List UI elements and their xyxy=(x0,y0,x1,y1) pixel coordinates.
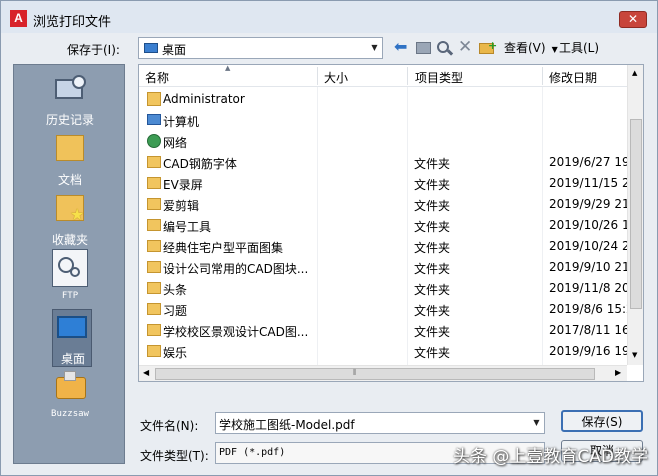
new-folder-icon[interactable]: + xyxy=(478,39,497,57)
tools-label: 工具(L) xyxy=(559,41,600,55)
places-item-buzzsaw[interactable]: Buzzsaw xyxy=(14,369,126,427)
up-one-level-icon[interactable] xyxy=(415,39,433,57)
user-folder-icon xyxy=(147,92,161,106)
horizontal-scrollbar[interactable]: ◀ ⦀ ▶ xyxy=(139,365,627,381)
autocad-app-icon: A xyxy=(10,10,27,27)
column-header-modified[interactable]: 修改日期 xyxy=(549,69,597,86)
filetype-value: PDF (*.pdf) xyxy=(219,447,286,458)
list-item[interactable]: 头条 文件夹 2019/11/8 20 xyxy=(139,278,627,299)
list-item[interactable]: 娱乐 文件夹 2019/9/16 19 xyxy=(139,341,627,362)
print-file-dialog: A 浏览打印文件 ✕ 保存于(I): 桌面 ▼ ⬅ ✕ + 查看(V) ▼ 工具(… xyxy=(0,0,658,476)
scroll-down-icon[interactable]: ▼ xyxy=(632,351,637,359)
computer-icon xyxy=(147,114,161,125)
network-icon xyxy=(147,134,161,148)
lookin-value: 桌面 xyxy=(162,43,187,57)
list-item[interactable]: 计算机 xyxy=(139,110,627,131)
places-bar: 历史记录 文档 ★ 收藏夹 FTP 桌面 Buzzsaw xyxy=(13,64,125,464)
column-header-size[interactable]: 大小 xyxy=(324,69,348,86)
scroll-thumb[interactable] xyxy=(630,119,642,309)
places-label: 历史记录 xyxy=(45,113,94,127)
chevron-down-icon: ▼ xyxy=(551,45,558,54)
folder-icon xyxy=(147,240,161,252)
places-label: Buzzsaw xyxy=(51,409,89,419)
scroll-grip-icon: ⦀ xyxy=(353,368,357,377)
list-item[interactable]: 网络 xyxy=(139,131,627,152)
lookin-label: 保存于(I): xyxy=(67,43,120,57)
save-button[interactable]: 保存(S) xyxy=(561,410,643,432)
views-menu[interactable]: 查看(V) ▼ xyxy=(504,39,558,57)
filename-value: 学校施工图纸-Model.pdf xyxy=(219,418,355,432)
places-label: 收藏夹 xyxy=(51,233,88,247)
places-item-desktop[interactable]: 桌面 xyxy=(52,309,92,367)
folder-icon xyxy=(147,177,161,189)
filename-label: 文件名(N): xyxy=(140,419,199,433)
scroll-thumb[interactable] xyxy=(155,368,595,380)
places-label: 文档 xyxy=(57,173,82,187)
list-item[interactable]: 设计公司常用的CAD图块... 文件夹 2019/9/10 21 xyxy=(139,257,627,278)
list-item[interactable]: Administrator xyxy=(139,89,627,110)
filename-field[interactable]: 学校施工图纸-Model.pdf ▼ xyxy=(215,412,545,434)
list-item[interactable]: 爱剪辑 文件夹 2019/9/29 21 xyxy=(139,194,627,215)
folder-icon xyxy=(147,198,161,210)
places-item-ftp[interactable]: FTP xyxy=(14,249,126,309)
places-label: FTP xyxy=(61,291,79,301)
scroll-left-icon[interactable]: ◀ xyxy=(143,368,149,377)
places-label: 桌面 xyxy=(60,352,85,366)
places-item-history[interactable]: 历史记录 xyxy=(14,71,126,129)
list-item[interactable]: 习题 文件夹 2019/8/6 15:2 xyxy=(139,299,627,320)
list-header: 名称 ▲ 大小 项目类型 修改日期 ▼ xyxy=(139,64,635,87)
window-title: 浏览打印文件 xyxy=(33,15,112,30)
column-header-type[interactable]: 项目类型 xyxy=(415,69,463,86)
chevron-down-icon[interactable]: ▼ xyxy=(367,38,382,58)
places-item-favorites[interactable]: ★ 收藏夹 xyxy=(14,191,126,249)
search-web-icon[interactable] xyxy=(437,39,455,57)
desktop-icon xyxy=(144,43,158,53)
folder-icon xyxy=(147,156,161,168)
list-item[interactable]: 经典住宅户型平面图集 文件夹 2019/10/24 2 xyxy=(139,236,627,257)
delete-icon[interactable]: ✕ xyxy=(458,39,474,57)
folder-icon xyxy=(147,345,161,357)
close-button[interactable]: ✕ xyxy=(619,11,647,28)
back-arrow-icon[interactable]: ⬅ xyxy=(394,39,412,57)
folder-icon xyxy=(147,282,161,294)
folder-icon xyxy=(147,324,161,336)
places-item-documents[interactable]: 文档 xyxy=(14,131,126,189)
scroll-up-icon[interactable]: ▲ xyxy=(632,69,637,77)
scroll-right-icon[interactable]: ▶ xyxy=(615,368,621,377)
list-item[interactable]: 学校校区景观设计CAD图... 文件夹 2017/8/11 16 xyxy=(139,320,627,341)
column-header-name[interactable]: 名称 xyxy=(145,69,169,86)
list-item[interactable]: CAD钢筋字体 文件夹 2019/6/27 19 xyxy=(139,152,627,173)
list-item[interactable]: 编号工具 文件夹 2019/10/26 1 xyxy=(139,215,627,236)
folder-icon xyxy=(147,303,161,315)
lookin-dropdown[interactable]: 桌面 ▼ xyxy=(138,37,383,59)
sort-ascending-icon: ▲ xyxy=(225,64,231,72)
folder-icon xyxy=(147,261,161,273)
folder-icon xyxy=(147,219,161,231)
chevron-down-icon[interactable]: ▼ xyxy=(529,413,544,433)
vertical-scrollbar[interactable]: ▲ ▼ xyxy=(627,65,643,365)
views-label: 查看(V) xyxy=(504,41,546,55)
list-item[interactable]: EV录屏 文件夹 2019/11/15 2 xyxy=(139,173,627,194)
file-list[interactable]: 名称 ▲ 大小 项目类型 修改日期 ▼ Administrator 计算机 xyxy=(138,64,644,382)
title-bar: A 浏览打印文件 ✕ xyxy=(1,1,657,33)
filetype-label: 文件类型(T): xyxy=(140,449,209,463)
tools-menu[interactable]: 工具(L) xyxy=(559,39,599,57)
watermark-text: 头条 @上壹教育CAD教学 xyxy=(453,447,648,467)
